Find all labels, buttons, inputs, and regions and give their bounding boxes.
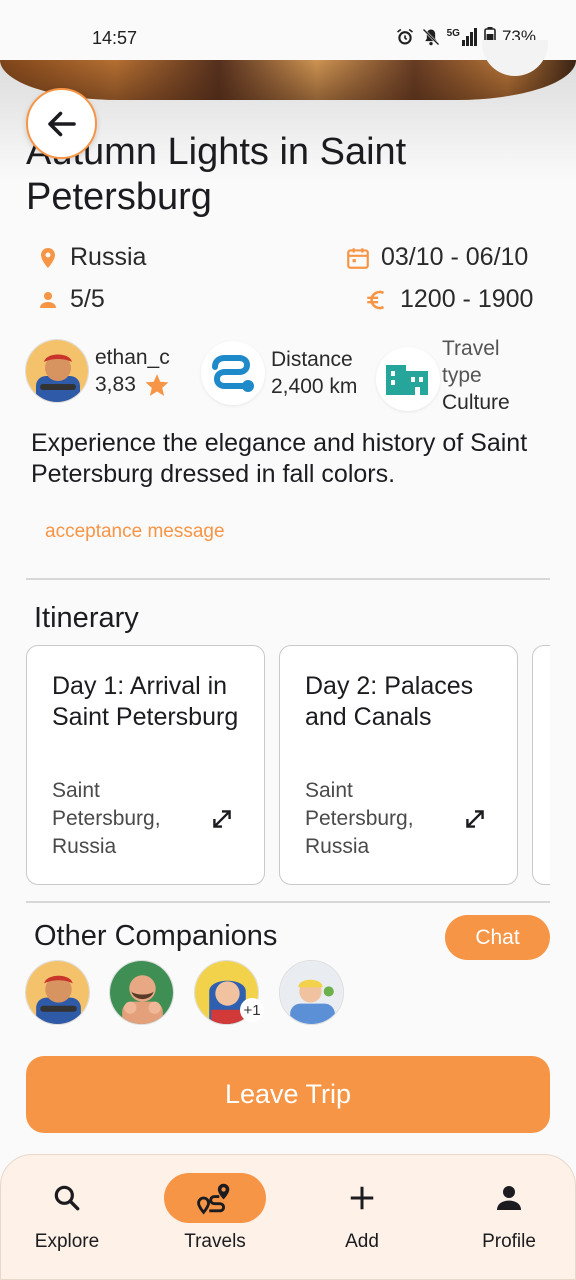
expand-icon[interactable] — [462, 806, 488, 832]
trip-price: 1200 - 1900 — [400, 285, 534, 313]
nav-add[interactable]: Add — [290, 1155, 434, 1280]
distance-label: Distance — [271, 348, 353, 371]
day-title: Day 2: Palaces and Canals — [305, 672, 474, 731]
trip-title: Autumn Lights in Saint Petersburg — [26, 131, 407, 218]
distance-text: Distance 2,400 km — [271, 346, 357, 400]
arrow-left-icon — [47, 111, 76, 136]
plus-icon — [350, 1186, 374, 1210]
travel-type-text: Travel type Culture — [442, 335, 542, 416]
companion-avatar[interactable] — [25, 960, 90, 1025]
star-icon — [145, 373, 169, 396]
network-label: 5G — [446, 27, 460, 39]
location-row: Russia — [36, 243, 146, 272]
expand-icon[interactable] — [209, 806, 235, 832]
hero-image — [0, 60, 576, 100]
day-title: Day 1: Arrival in Saint Petersburg — [52, 672, 239, 731]
nav-label: Travels — [184, 1231, 246, 1252]
trip-participants: 5/5 — [70, 285, 105, 313]
route-icon — [212, 355, 254, 392]
itinerary-day-card[interactable]: Day 2: Palaces and Canals Saint Petersbu… — [279, 645, 518, 885]
euro-icon — [367, 290, 385, 309]
bottom-navigation: Explore Travels Add Profile — [0, 1154, 576, 1280]
chat-button[interactable]: Chat — [445, 915, 550, 960]
companion-avatar[interactable] — [279, 960, 344, 1025]
travel-type-label: Travel type — [442, 337, 500, 387]
alarm-icon — [396, 28, 413, 45]
leave-trip-button[interactable]: Leave Trip — [26, 1056, 550, 1133]
nav-explore[interactable]: Explore — [0, 1155, 139, 1280]
itinerary-carousel[interactable]: Day 1: Arrival in Saint Petersburg Saint… — [26, 645, 550, 886]
companions-title: Other Companions — [34, 920, 278, 952]
nav-label: Explore — [34, 1231, 100, 1252]
distance-stat: Distance 2,400 km — [201, 341, 357, 405]
trip-dates: 03/10 - 06/10 — [381, 243, 529, 271]
nav-travels-icon-wrap — [164, 1173, 266, 1223]
calendar-icon — [347, 247, 369, 269]
person-icon — [497, 1186, 521, 1210]
nav-label: Add — [345, 1231, 379, 1252]
divider — [26, 578, 550, 580]
mute-bell-icon — [422, 28, 440, 46]
dates-row: 03/10 - 06/10 — [345, 243, 528, 272]
nav-explore-icon-wrap — [16, 1173, 118, 1223]
participants-row: 5/5 — [36, 285, 105, 314]
travel-type-value: Culture — [442, 391, 510, 414]
nav-travels[interactable]: Travels — [143, 1155, 287, 1280]
building-icon-circle — [376, 346, 440, 411]
itinerary-day-card[interactable]: Day 1: Arrival in Saint Petersburg Saint… — [26, 645, 265, 885]
day-location: Saint Petersburg, Russia — [305, 779, 414, 858]
trip-description: Experience the elegance and history of S… — [31, 429, 528, 488]
signal-icon — [461, 28, 477, 46]
price-row: 1200 - 1900 — [364, 285, 533, 314]
distance-value: 2,400 km — [271, 375, 358, 398]
itinerary-day-card-partial[interactable] — [532, 645, 550, 885]
day-location: Saint Petersburg, Russia — [52, 779, 161, 858]
nav-add-icon-wrap — [311, 1173, 413, 1223]
travel-type-stat: Travel type Culture — [376, 337, 542, 416]
nav-label: Profile — [482, 1231, 536, 1252]
route-icon-circle — [201, 341, 265, 405]
organizer-info: ethan_c 3,83 — [95, 344, 170, 398]
companion-avatar[interactable] — [109, 960, 174, 1025]
status-time: 14:57 — [92, 28, 138, 48]
location-pin-icon — [41, 247, 55, 268]
organizer-rating: 3,83 — [95, 373, 136, 396]
nav-profile-icon-wrap — [458, 1173, 560, 1223]
search-icon — [54, 1185, 80, 1211]
back-button[interactable] — [26, 88, 97, 159]
extra-companions-badge: +1 — [240, 998, 264, 1022]
trip-country: Russia — [70, 243, 147, 271]
route-pin-icon — [197, 1183, 230, 1215]
building-icon — [386, 364, 428, 395]
organizer-avatar — [25, 339, 89, 403]
itinerary-title: Itinerary — [34, 602, 139, 634]
acceptance-message-link[interactable]: acceptance message — [45, 521, 225, 543]
divider — [26, 901, 550, 903]
nav-profile[interactable]: Profile — [437, 1155, 576, 1280]
organizer-username: ethan_c — [95, 346, 170, 369]
person-icon — [40, 291, 56, 308]
organizer-profile[interactable]: ethan_c 3,83 — [25, 339, 170, 403]
